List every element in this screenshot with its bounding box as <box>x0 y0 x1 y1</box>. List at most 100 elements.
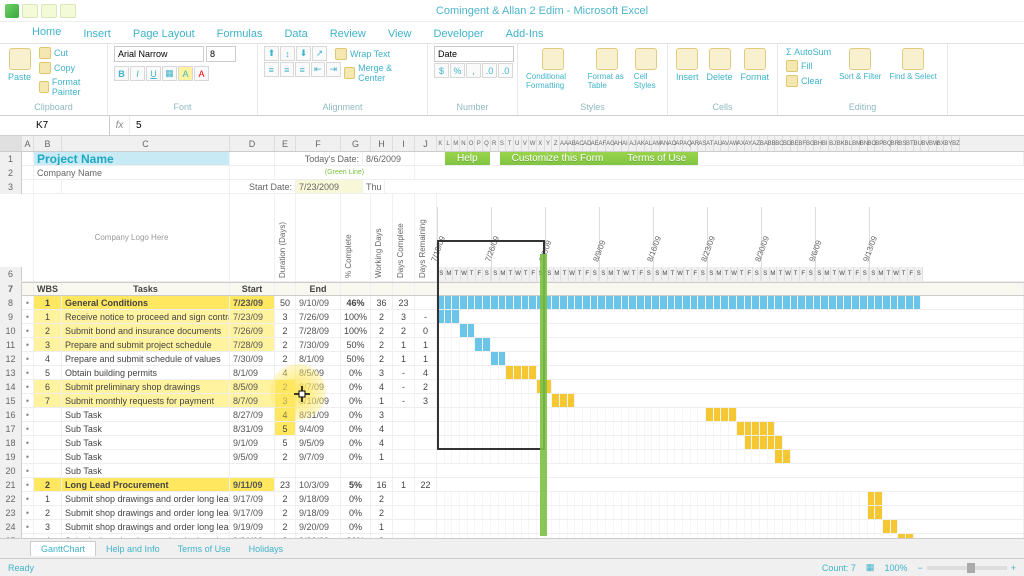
table-row[interactable]: 16•Sub Task8/27/0948/31/090%3 <box>0 408 1024 422</box>
format-as-table-button[interactable]: Format as Table <box>586 46 628 92</box>
qat-redo-icon[interactable] <box>60 4 76 18</box>
row-header[interactable]: 14 <box>0 380 22 394</box>
table-row[interactable]: 19•Sub Task9/5/0929/7/090%1 <box>0 450 1024 464</box>
conditional-formatting-button[interactable]: Conditional Formatting <box>524 46 582 92</box>
row-header[interactable]: 19 <box>0 450 22 464</box>
underline-button[interactable]: U <box>146 66 161 81</box>
row-header[interactable]: 9 <box>0 310 22 324</box>
row-header[interactable]: 2 <box>0 166 22 180</box>
terms-button[interactable]: Terms of Use <box>615 152 698 165</box>
tab-view[interactable]: View <box>386 25 414 43</box>
table-row[interactable]: 23•2Submit shop drawings and order long … <box>0 506 1024 520</box>
tab-page-layout[interactable]: Page Layout <box>131 25 197 43</box>
fill-button[interactable]: Fill <box>784 59 833 73</box>
table-row[interactable]: 13•5Obtain building permits8/1/0948/5/09… <box>0 366 1024 380</box>
fill-color-button[interactable]: A <box>178 66 193 81</box>
tab-addins[interactable]: Add-Ins <box>504 25 546 43</box>
customize-button[interactable]: Customize this Form <box>500 152 616 165</box>
currency-button[interactable]: $ <box>434 63 449 78</box>
table-row[interactable]: 24•3Submit shop drawings and order long … <box>0 520 1024 534</box>
row-header[interactable]: 6 <box>0 267 22 281</box>
tab-insert[interactable]: Insert <box>81 25 113 43</box>
sort-filter-button[interactable]: Sort & Filter <box>837 46 883 83</box>
table-row[interactable]: 10•2Submit bond and insurance documents7… <box>0 324 1024 338</box>
row-header[interactable]: 24 <box>0 520 22 534</box>
table-row[interactable]: 8•1General Conditions7/23/09509/10/0946%… <box>0 296 1024 310</box>
table-row[interactable]: 9•1Receive notice to proceed and sign co… <box>0 310 1024 324</box>
table-row[interactable]: 20•Sub Task <box>0 464 1024 478</box>
wrap-text-button[interactable]: Wrap Text <box>333 46 392 61</box>
number-format-select[interactable] <box>434 46 514 62</box>
formula-input[interactable] <box>130 116 1024 135</box>
row-header[interactable]: 13 <box>0 366 22 380</box>
qat-save-icon[interactable] <box>22 4 38 18</box>
company-name-cell[interactable]: Company Name <box>34 166 230 179</box>
zoom-out-button[interactable]: − <box>917 563 922 573</box>
cut-button[interactable]: Cut <box>37 46 101 60</box>
table-row[interactable]: 25•4Submit shop drawings and order long … <box>0 534 1024 538</box>
sheet-link-holidays[interactable]: Holidays <box>241 544 292 554</box>
cell-styles-button[interactable]: Cell Styles <box>632 46 661 92</box>
qat-undo-icon[interactable] <box>41 4 57 18</box>
tab-formulas[interactable]: Formulas <box>215 25 265 43</box>
view-normal-icon[interactable]: ▦ <box>866 562 875 573</box>
zoom-level[interactable]: 100% <box>884 563 907 573</box>
find-select-button[interactable]: Find & Select <box>887 46 939 83</box>
insert-cells-button[interactable]: Insert <box>674 46 701 84</box>
table-row[interactable]: 11•3Prepare and submit project schedule7… <box>0 338 1024 352</box>
inc-decimal-button[interactable]: .0 <box>482 63 497 78</box>
fx-icon[interactable]: fx <box>110 116 130 135</box>
row-header[interactable]: 11 <box>0 338 22 352</box>
italic-button[interactable]: I <box>130 66 145 81</box>
format-cells-button[interactable]: Format <box>739 46 772 84</box>
orientation-button[interactable]: ↗ <box>312 46 327 61</box>
row-header[interactable]: 8 <box>0 296 22 310</box>
row-header[interactable]: 15 <box>0 394 22 408</box>
tab-developer[interactable]: Developer <box>431 25 485 43</box>
row-header[interactable]: 7 <box>0 282 22 296</box>
row-header[interactable]: 18 <box>0 436 22 450</box>
autosum-button[interactable]: Σ AutoSum <box>784 46 833 58</box>
align-top-button[interactable]: ⬆ <box>264 46 279 61</box>
table-row[interactable]: 12•4Prepare and submit schedule of value… <box>0 352 1024 366</box>
align-center-button[interactable]: ≡ <box>280 62 295 77</box>
tab-review[interactable]: Review <box>328 25 368 43</box>
copy-button[interactable]: Copy <box>37 61 101 75</box>
row-header[interactable]: 25 <box>0 534 22 539</box>
worksheet[interactable]: ABCDEFGHIJKLMNOPQRSTUVWXYZAAABACADAEAFAG… <box>0 136 1024 538</box>
zoom-in-button[interactable]: + <box>1011 563 1016 573</box>
table-row[interactable]: 22•1Submit shop drawings and order long … <box>0 492 1024 506</box>
tab-data[interactable]: Data <box>282 25 309 43</box>
table-row[interactable]: 21•2Long Lead Procurement9/11/092310/3/0… <box>0 478 1024 492</box>
tab-home[interactable]: Home <box>30 23 63 43</box>
name-box[interactable] <box>30 116 110 135</box>
row-header[interactable]: 12 <box>0 352 22 366</box>
help-button[interactable]: Help <box>445 152 490 165</box>
clear-button[interactable]: Clear <box>784 74 833 88</box>
align-bot-button[interactable]: ⬇ <box>296 46 311 61</box>
align-left-button[interactable]: ≡ <box>264 62 279 77</box>
format-painter-button[interactable]: Format Painter <box>37 76 101 98</box>
row-header[interactable]: 21 <box>0 478 22 492</box>
sheet-tab-ganttchart[interactable]: GanttChart <box>30 541 96 556</box>
align-right-button[interactable]: ≡ <box>295 62 310 77</box>
table-row[interactable]: 14•6Submit preliminary shop drawings8/5/… <box>0 380 1024 394</box>
row-header[interactable]: 22 <box>0 492 22 506</box>
row-header[interactable]: 17 <box>0 422 22 436</box>
border-button[interactable]: ▦ <box>162 66 177 81</box>
table-row[interactable]: 15•7Submit monthly requests for payment8… <box>0 394 1024 408</box>
row-header[interactable]: 20 <box>0 464 22 478</box>
indent-dec-button[interactable]: ⇤ <box>311 62 326 77</box>
font-size-input[interactable] <box>206 46 236 62</box>
row-header[interactable]: 10 <box>0 324 22 338</box>
column-headers[interactable]: ABCDEFGHIJKLMNOPQRSTUVWXYZAAABACADAEAFAG… <box>0 136 1024 152</box>
row-header[interactable]: 1 <box>0 152 22 166</box>
indent-inc-button[interactable]: ⇥ <box>326 62 341 77</box>
row-header[interactable]: 16 <box>0 408 22 422</box>
project-name-cell[interactable]: Project Name <box>34 152 230 165</box>
dec-decimal-button[interactable]: .0 <box>498 63 513 78</box>
sheet-link-help[interactable]: Help and Info <box>98 544 168 554</box>
row-header[interactable]: 23 <box>0 506 22 520</box>
paste-button[interactable]: Paste <box>6 46 33 84</box>
table-row[interactable]: 17•Sub Task8/31/0959/4/090%4 <box>0 422 1024 436</box>
